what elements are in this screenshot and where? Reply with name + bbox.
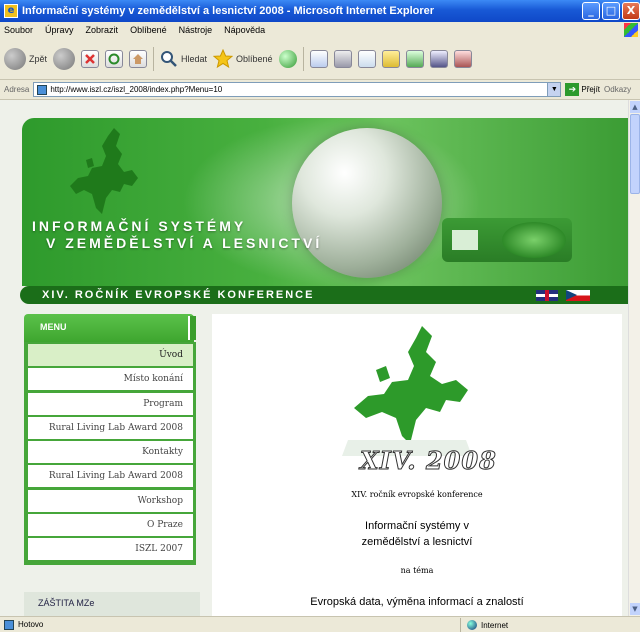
address-label: Adresa [4, 85, 30, 94]
page-viewport: INFORMAČNÍ SYSTÉMY V ZEMĚDĚLSTVÍ A LESNI… [0, 100, 628, 616]
edit-icon[interactable] [357, 49, 376, 68]
menu-edit[interactable]: Úpravy [45, 25, 74, 35]
research-icon[interactable] [429, 49, 448, 68]
header-banner: INFORMAČNÍ SYSTÉMY V ZEMĚDĚLSTVÍ A LESNI… [22, 118, 628, 286]
main-content: XIV. 2008 XIV. ročník evropské konferenc… [212, 314, 622, 616]
menu-item-workshop[interactable]: Workshop [28, 489, 193, 512]
toolbar-separator [153, 46, 155, 71]
window-controls: _ □ X [582, 2, 640, 20]
logo-year-text: XIV. 2008 [360, 446, 497, 476]
search-button[interactable]: Hledat [160, 50, 207, 68]
menu-item-o-praze[interactable]: O Praze [28, 514, 193, 537]
close-button[interactable]: X [622, 2, 640, 20]
go-arrow-icon: ➔ [565, 83, 580, 96]
scroll-thumb[interactable] [630, 114, 640, 194]
globe-image [292, 128, 442, 278]
chevron-down-icon[interactable]: ▼ [547, 83, 561, 96]
conference-topic: Evropská data, výměna informací a znalos… [310, 596, 524, 608]
go-button[interactable]: ➔ Přejít [565, 83, 600, 96]
toolbar-separator [302, 46, 304, 71]
page-icon [37, 84, 48, 95]
go-label: Přejít [581, 85, 601, 94]
on-topic-label: na téma [400, 566, 434, 575]
favorites-button[interactable]: Oblíbené [213, 48, 273, 69]
banner-title-line2: V ZEMĚDĚLSTVÍ A LESNICTVÍ [46, 235, 323, 251]
toolbar: Zpět Hledat Oblíbené [0, 38, 640, 80]
home-icon[interactable] [129, 49, 148, 68]
favorites-label: Oblíbené [236, 53, 273, 64]
address-url: http://www.iszl.cz/iszl_2008/index.php?M… [50, 85, 223, 94]
conference-title-line2: zemědělství a lesnictví [361, 536, 473, 548]
banner-title-line1: INFORMAČNÍ SYSTÉMY [32, 218, 247, 234]
back-label: Zpět [29, 53, 48, 64]
conference-bar: XIV. ROČNÍK EVROPSKÉ KONFERENCE [20, 286, 628, 304]
menu-view[interactable]: Zobrazit [86, 25, 119, 35]
menu-file[interactable]: Soubor [4, 25, 33, 35]
banner-title: INFORMAČNÍ SYSTÉMY V ZEMĚDĚLSTVÍ A LESNI… [32, 218, 322, 252]
mail-icon[interactable] [309, 49, 328, 68]
usb-stick-image [442, 218, 572, 262]
menu-item-misto-konani[interactable]: Místo konání [28, 368, 193, 391]
status-text: Hotovo [18, 620, 44, 629]
star-icon [213, 48, 234, 68]
scroll-up-icon[interactable]: ▲ [630, 101, 640, 113]
address-input[interactable]: http://www.iszl.cz/iszl_2008/index.php?M… [33, 82, 562, 97]
conference-title: Informační systémy v zemědělství a lesni… [212, 518, 622, 550]
english-flag-icon[interactable] [536, 290, 558, 301]
menu-item-rural-living-lab-2[interactable]: Rural Living Lab Award 2008 [28, 465, 193, 488]
conference-subtitle: XIV. ročník evropské konference [351, 490, 483, 499]
back-arrow-icon [4, 47, 26, 70]
status-bar: Hotovo Internet [0, 616, 640, 632]
patronage-heading[interactable]: ZÁŠTITA MZe [24, 592, 200, 616]
search-label: Hledat [181, 53, 208, 64]
zone-label: Internet [481, 620, 509, 630]
ie-app-icon: e [4, 4, 18, 18]
menu-tab [188, 316, 196, 340]
search-icon [161, 50, 177, 67]
forward-button[interactable] [53, 47, 76, 70]
refresh-icon[interactable] [105, 49, 124, 68]
vertical-scrollbar[interactable]: ▲ ▼ [628, 100, 640, 616]
menu-item-rural-living-lab[interactable]: Rural Living Lab Award 2008 [28, 416, 193, 439]
window-titlebar: e Informační systémy v zemědělství a les… [0, 0, 640, 22]
usb-port [452, 230, 478, 250]
folder-icon[interactable] [381, 49, 400, 68]
stop-icon[interactable] [81, 49, 100, 68]
history-icon[interactable] [278, 49, 297, 68]
window-title: Informační systémy v zemědělství a lesni… [22, 5, 435, 17]
scroll-down-icon[interactable]: ▼ [630, 603, 640, 615]
menu-item-uvod[interactable]: Úvod [28, 344, 193, 366]
czech-flag-icon[interactable] [566, 290, 590, 301]
menu-item-iszl-2007[interactable]: ISZL 2007 [28, 538, 193, 561]
menu-list: Úvod Místo konání Program Rural Living L… [24, 342, 196, 565]
internet-zone-icon [467, 620, 477, 630]
minimize-button[interactable]: _ [582, 2, 600, 20]
menu-tools[interactable]: Nástroje [179, 25, 213, 35]
page-done-icon [4, 619, 14, 630]
menu-bar: Soubor Úpravy Zobrazit Oblíbené Nástroje… [0, 22, 640, 38]
menu-item-kontakty[interactable]: Kontakty [28, 441, 193, 464]
menu-heading: MENU [24, 314, 194, 342]
address-bar: Adresa http://www.iszl.cz/iszl_2008/inde… [0, 80, 640, 100]
menu-help[interactable]: Nápověda [224, 25, 265, 35]
windows-logo-icon [624, 23, 638, 37]
menu-item-program[interactable]: Program [28, 392, 193, 415]
security-zone: Internet [460, 618, 508, 632]
print-icon[interactable] [333, 49, 352, 68]
maximize-button[interactable]: □ [602, 2, 620, 20]
main-menu: MENU Úvod Místo konání Program Rural Liv… [24, 314, 200, 576]
back-button[interactable]: Zpět [4, 47, 48, 70]
conference-title-line1: Informační systémy v [365, 520, 469, 532]
links-button[interactable]: Odkazy [604, 85, 631, 94]
conference-bar-text: XIV. ROČNÍK EVROPSKÉ KONFERENCE [42, 289, 315, 301]
discuss-icon[interactable] [453, 49, 472, 68]
tree-image [502, 222, 566, 258]
messenger-icon[interactable] [405, 49, 424, 68]
menu-favorites[interactable]: Oblíbené [130, 25, 167, 35]
